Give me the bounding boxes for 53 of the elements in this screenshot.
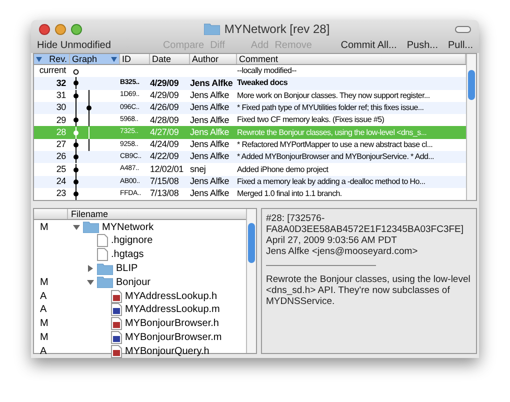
close-button[interactable]: [39, 24, 50, 34]
status-cell-text: M: [39, 317, 50, 332]
document-icon: [97, 248, 108, 262]
disclosure-triangle-icon[interactable]: [86, 278, 94, 286]
details-text: #28: [732576-: [266, 213, 326, 224]
column-header[interactable]: Graph: [70, 54, 120, 64]
filename-text[interactable]: MYAddressLookup.m: [125, 302, 220, 318]
column-header[interactable]: ID: [120, 54, 150, 64]
details-text: FA8A0D3EE58AB4572E1F12345BA03FC3FE]: [266, 224, 465, 236]
status-cell-text: A: [39, 344, 48, 358]
disclosure-triangle-icon[interactable]: [72, 224, 80, 231]
folder-icon: [97, 262, 113, 275]
details-text: Jens Alfke <jens@mooseyard.com>: [266, 246, 419, 258]
column-header[interactable]: Date: [150, 54, 190, 64]
status-cell-text: M: [39, 220, 50, 235]
commit-message: Rewrote the Bonjour classes, using the low-level <dns_sd.h> API. They're now subclasses of MYDNSService.: [266, 274, 472, 308]
column-header[interactable]: Rev.: [34, 54, 70, 64]
toolbar-toggle-button[interactable]: [455, 26, 471, 32]
toolbar-button[interactable]: Pull...: [448, 38, 473, 53]
status-cell-text: M: [39, 331, 50, 346]
status-cell-text: M: [39, 276, 50, 290]
filename-text[interactable]: MYBonjourBrowser.h: [125, 316, 219, 332]
zoom-button[interactable]: [71, 24, 82, 34]
toolbar-button[interactable]: Push...: [406, 38, 438, 53]
minimize-button[interactable]: [55, 24, 66, 34]
m-file-icon: [111, 331, 122, 344]
status-cell-text: A: [39, 303, 48, 318]
filename-text[interactable]: .hgignore: [111, 233, 153, 248]
h-file-icon: [111, 317, 122, 330]
filename-text[interactable]: MYNetwork: [102, 220, 154, 235]
filename-text[interactable]: MYBonjourQuery.h: [125, 344, 210, 358]
document-icon: [97, 234, 108, 248]
column-header[interactable]: Author: [190, 54, 237, 64]
m-file-icon: [111, 303, 122, 316]
window-title: MYNetwork [rev 28]: [224, 21, 330, 38]
scrollbar[interactable]: [466, 54, 476, 200]
column-header[interactable]: Filename: [68, 209, 108, 220]
folder-icon: [204, 23, 220, 35]
toolbar-button[interactable]: Hide Unmodified: [37, 38, 111, 53]
sort-arrow-icon: [36, 56, 42, 62]
details-text: April 27, 2009 9:03:56 AM PDT: [266, 235, 398, 246]
filename-text[interactable]: BLIP: [116, 261, 138, 276]
folder-icon: [97, 276, 113, 288]
filename-text[interactable]: .hgtags: [111, 247, 144, 262]
toolbar-button[interactable]: Commit All...: [340, 38, 397, 53]
h-file-icon: [111, 290, 122, 303]
disclosure-triangle-icon[interactable]: [86, 265, 94, 272]
filename-text[interactable]: MYBonjourBrowser.m: [125, 330, 222, 346]
scrollbar[interactable]: [246, 209, 256, 353]
status-cell-text: A: [39, 290, 48, 304]
filename-text[interactable]: Bonjour: [116, 274, 150, 290]
sort-arrow-icon: [111, 56, 117, 62]
filename-text[interactable]: MYAddressLookup.h: [125, 288, 218, 304]
